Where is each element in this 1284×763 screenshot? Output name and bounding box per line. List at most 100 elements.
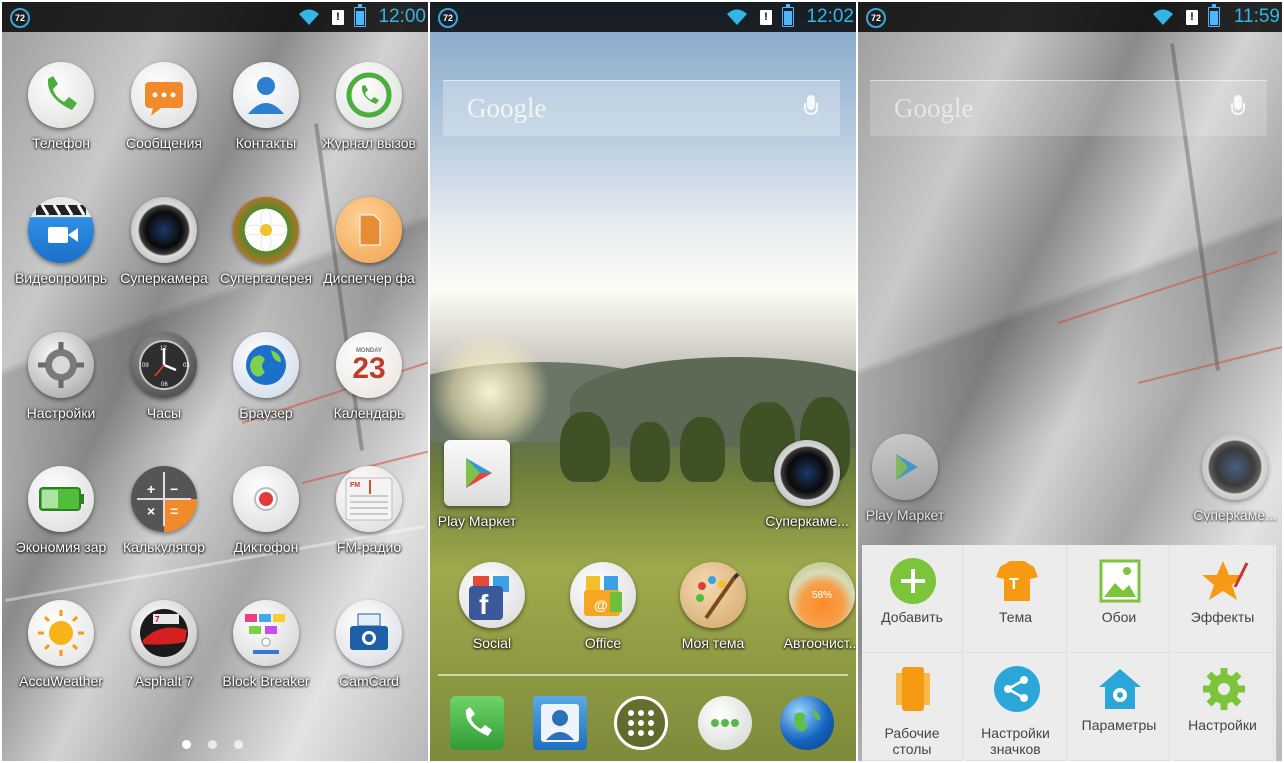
app-label: Календарь [333,405,405,421]
radio-icon: FM [336,466,402,532]
shortcut-camera[interactable]: Суперкаме... [1184,434,1282,544]
theme-shirt-icon: T [992,557,1042,605]
app-label: Контакты [235,135,297,151]
phone-icon [28,62,94,128]
menu-item-label: Обои [1101,609,1137,625]
weather-icon [28,600,94,666]
page-dot[interactable] [208,740,217,749]
folder-label: Social [472,635,512,651]
app-browser[interactable]: Браузер [215,332,317,442]
app-messages[interactable]: Сообщения [113,62,215,172]
svg-text:09: 09 [142,363,149,369]
app-label: AccuWeather [19,673,103,689]
shortcut-play-store[interactable]: Play Маркет [430,440,528,550]
shortcut-camera[interactable]: Суперкаме... [756,440,856,550]
camcard-icon [336,600,402,666]
video-player-icon [28,197,94,263]
home-settings-icon [1095,665,1145,713]
camera-icon [1202,434,1268,500]
app-radio[interactable]: FM FM-радио [318,466,420,576]
app-camcard[interactable]: CamCard [318,600,420,710]
app-recorder[interactable]: Диктофон [215,466,317,576]
folder-facebook-folder[interactable]: f Social [441,562,543,672]
menu-item-wallpaper[interactable]: Обои [1069,545,1170,653]
app-video-player[interactable]: Видеопроигрь [10,197,112,307]
folder-theme-palette[interactable]: Моя тема [662,562,764,672]
app-file-manager[interactable]: Диспетчер фа [318,197,420,307]
app-label: Asphalt 7 [134,673,194,689]
home-edit-screen: 72 ! 11:59 Google Play Маркет Суперкаме.… [858,2,1282,761]
shortcut-play-store[interactable]: Play Маркет [858,434,956,544]
svg-text:12: 12 [160,346,167,352]
phone-icon[interactable] [450,696,504,750]
camera-icon [774,440,840,506]
app-call-log[interactable]: Журнал вызов [318,62,420,172]
svg-text:×: × [147,503,155,519]
svg-text:f: f [479,589,489,620]
menu-item-gear[interactable]: Настройки [1172,653,1274,761]
menu-item-label: Рабочие столы [884,725,940,757]
notification-badge: 72 [10,8,30,28]
google-search-bar[interactable]: Google [870,80,1267,136]
messages-icon[interactable] [698,696,752,750]
clock-time: 12:02 [806,6,854,27]
app-camera[interactable]: Суперкамера [113,197,215,307]
app-calendar[interactable]: MONDAY 23 Календарь [318,332,420,442]
play-store-icon [872,434,938,500]
menu-item-label: Параметры [1081,717,1157,733]
app-block-breaker[interactable]: Block Breaker [215,600,317,710]
status-bar: 72 ! 11:59 [858,2,1282,32]
battery-icon [782,4,794,27]
app-label: Калькулятор [123,539,205,555]
messages-icon [131,62,197,128]
icon-settings-share-icon [992,665,1042,713]
page-dot[interactable] [234,740,243,749]
app-calculator[interactable]: + − × = Калькулятор [113,466,215,576]
app-gallery[interactable]: Супергалерея [215,197,317,307]
app-label: Браузер [239,405,293,421]
shortcut-label: Play Маркет [437,513,517,529]
menu-item-theme-shirt[interactable]: T Тема [965,545,1067,653]
add-icon [888,557,938,605]
menu-item-effects-star[interactable]: Эффекты [1172,545,1274,653]
google-logo: Google [467,93,547,123]
menu-item-home-settings[interactable]: Параметры [1069,653,1170,761]
contacts-icon[interactable] [533,696,587,750]
menu-item-icon-settings-share[interactable]: Настройки значков [965,653,1067,761]
google-search-bar[interactable]: Google [443,80,840,136]
status-bar: 72 ! 12:00 [2,2,428,32]
app-weather[interactable]: AccuWeather [10,600,112,710]
browser-globe-icon[interactable] [780,696,834,750]
svg-text:+: + [147,481,155,497]
folder-label: Моя тема [681,635,745,651]
app-label: Экономия зар [15,539,107,555]
menu-item-label: Настройки значков [981,725,1050,757]
page-dot[interactable] [182,740,191,749]
shortcut-label: Суперкаме... [1193,507,1277,523]
menu-item-add[interactable]: Добавить [862,545,963,653]
camera-icon [131,197,197,263]
facebook-folder-icon: f [459,562,525,628]
folder-auto-clean[interactable]: 58% Автоочист... [771,562,856,672]
mic-icon[interactable] [804,95,818,123]
app-contacts[interactable]: Контакты [215,62,317,172]
app-label: Часы [146,405,182,421]
mic-icon[interactable] [1231,95,1245,123]
app-phone[interactable]: Телефон [10,62,112,172]
app-settings[interactable]: Настройки [10,332,112,442]
app-label: Настройки [26,405,96,421]
app-drawer-icon[interactable] [614,696,668,750]
gallery-icon [233,197,299,263]
calendar-icon: MONDAY 23 [336,332,402,398]
folder-office-folder[interactable]: @ Office [552,562,654,672]
menu-item-label: Тема [999,609,1032,625]
play-store-icon [444,440,510,506]
app-clock[interactable]: 12 03 06 09 Часы [113,332,215,442]
app-asphalt[interactable]: 7 Asphalt 7 [113,600,215,710]
menu-item-desktops[interactable]: Рабочие столы [862,653,963,761]
app-label: Сообщения [126,135,202,151]
folder-label: Автоочист... [783,635,856,651]
battery-saver-icon [28,466,94,532]
app-label: Видеопроигрь [14,270,108,286]
app-battery-saver[interactable]: Экономия зар [10,466,112,576]
